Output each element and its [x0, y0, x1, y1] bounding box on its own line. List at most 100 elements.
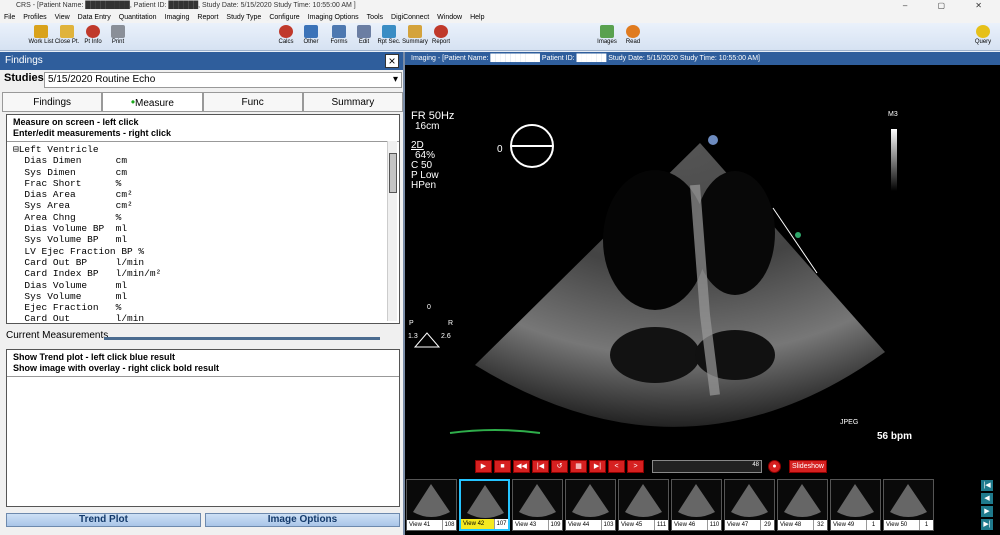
- other-icon: [304, 25, 318, 38]
- menu-item[interactable]: Quantitation: [119, 14, 157, 21]
- tab-findings[interactable]: Findings: [2, 92, 103, 112]
- measurement-row[interactable]: Frac Short %: [13, 178, 393, 189]
- jpeg-label: JPEG: [840, 419, 859, 426]
- trend-plot-button[interactable]: Trend Plot: [6, 513, 201, 527]
- toolbar: Work List Close Pt. Pt Info Print Calcs …: [0, 23, 1000, 51]
- tree-scrollbar[interactable]: [387, 141, 397, 321]
- thumbnail-view[interactable]: View 48 32: [777, 479, 828, 531]
- measurement-row[interactable]: Card Index BP l/min/m²: [13, 268, 393, 279]
- imaging-header: Imaging - [Patient Name: ██████████ Pati…: [405, 52, 1000, 65]
- thumbnail-count: 107: [494, 519, 508, 529]
- menu-item[interactable]: DigiConnect: [391, 14, 429, 21]
- menu-item[interactable]: Window: [437, 14, 462, 21]
- current-measurements-divider: [104, 337, 380, 340]
- measurement-row[interactable]: Area Chng %: [13, 212, 393, 223]
- thumbnail-count: 109: [548, 520, 562, 530]
- nav-first-icon[interactable]: |◀: [981, 480, 993, 491]
- tree-root[interactable]: ⊟Left Ventricle: [13, 144, 393, 155]
- measurement-row[interactable]: Card Out BP l/min: [13, 257, 393, 268]
- thumbnail-view[interactable]: View 45 111: [618, 479, 669, 531]
- menu-item[interactable]: Tools: [367, 14, 383, 21]
- thumbnail-view[interactable]: View 49 1: [830, 479, 881, 531]
- rewind-icon[interactable]: ◀◀: [513, 460, 530, 473]
- grayscale-bar: [891, 129, 897, 191]
- findings-panel: Findings × Studies 5/15/2020 Routine Ech…: [0, 52, 405, 535]
- menu-item[interactable]: File: [4, 14, 15, 21]
- close-icon[interactable]: ×: [385, 54, 399, 68]
- menu-item[interactable]: Imaging Options: [308, 14, 359, 21]
- report-button[interactable]: Report: [426, 25, 456, 45]
- slideshow-button[interactable]: Slideshow: [789, 460, 827, 473]
- menu-item[interactable]: Report: [197, 14, 218, 21]
- tab-measure[interactable]: •Measure: [102, 92, 203, 112]
- scrollbar-thumb[interactable]: [389, 153, 397, 193]
- menu-item[interactable]: Study Type: [226, 14, 261, 21]
- thumbnail-count: 1: [866, 520, 880, 530]
- thumbnail-view[interactable]: View 42 107: [459, 479, 510, 531]
- thumbnail-image: [625, 484, 662, 517]
- caliper-point[interactable]: [795, 232, 801, 238]
- measurement-row[interactable]: Sys Volume ml: [13, 291, 393, 302]
- echo-image-area[interactable]: FR 50Hz 16cm 0 2D 64% C 50 P Low HPen M3…: [405, 65, 1000, 457]
- tab-func[interactable]: Func: [202, 92, 303, 112]
- probe-label-p: P: [409, 320, 414, 327]
- probe-label-top: 0: [427, 304, 431, 311]
- thumbnail-image: [731, 484, 768, 517]
- measurement-row[interactable]: Dias Area cm²: [13, 189, 393, 200]
- grid-icon[interactable]: ▦: [570, 460, 587, 473]
- menu-item[interactable]: View: [55, 14, 70, 21]
- measurement-row[interactable]: LV Ejec Fraction BP %: [13, 246, 393, 257]
- measure-hint: Measure on screen - left click Enter/edi…: [7, 115, 399, 142]
- measurement-row[interactable]: Ejec Fraction %: [13, 302, 393, 313]
- measurement-row[interactable]: Card Out l/min: [13, 313, 393, 324]
- previous-icon[interactable]: <: [608, 460, 625, 473]
- window-controls[interactable]: – ▢ ✕: [903, 0, 996, 12]
- other-button[interactable]: Other: [296, 25, 326, 45]
- nav-next-icon[interactable]: ▶: [981, 506, 993, 517]
- nav-prev-icon[interactable]: ◀: [981, 493, 993, 504]
- thumbnail-image: [519, 484, 556, 517]
- thumbnail-view[interactable]: View 50 1: [883, 479, 934, 531]
- query-button[interactable]: Query: [968, 25, 998, 45]
- thumbnail-image: [784, 484, 821, 517]
- menu-item[interactable]: Configure: [269, 14, 299, 21]
- frame-slider[interactable]: 48: [652, 460, 762, 473]
- step-forward-icon[interactable]: ▶|: [589, 460, 606, 473]
- playback-controls: ▶ ■ ◀◀ |◀ ↺ ▦ ▶| < > 48 ● Slideshow: [475, 460, 829, 474]
- record-icon[interactable]: ●: [768, 460, 781, 473]
- thumbnail-view[interactable]: View 43 109: [512, 479, 563, 531]
- slider-value: 48: [752, 462, 759, 468]
- measurement-row[interactable]: Sys Volume BP ml: [13, 234, 393, 245]
- thumbnail-count: 108: [442, 520, 456, 530]
- next-icon[interactable]: >: [627, 460, 644, 473]
- read-icon: [626, 25, 640, 38]
- studies-select[interactable]: 5/15/2020 Routine Echo ▾: [44, 72, 402, 88]
- menu-item[interactable]: Imaging: [165, 14, 190, 21]
- forms-icon: [332, 25, 346, 38]
- first-frame-icon[interactable]: |◀: [532, 460, 549, 473]
- bottom-buttons: Trend Plot Image Options: [6, 513, 400, 527]
- measurement-row[interactable]: Sys Area cm²: [13, 200, 393, 211]
- measurement-row[interactable]: Dias Volume ml: [13, 280, 393, 291]
- thumbnail-view[interactable]: View 44 103: [565, 479, 616, 531]
- thumbnail-view[interactable]: View 47 29: [724, 479, 775, 531]
- read-button[interactable]: Read: [618, 25, 648, 45]
- nav-last-icon[interactable]: ▶|: [981, 519, 993, 530]
- menu-item[interactable]: Help: [470, 14, 484, 21]
- tab-summary[interactable]: Summary: [302, 92, 403, 112]
- loop-icon[interactable]: ↺: [551, 460, 568, 473]
- echo-image: [413, 124, 897, 434]
- measurement-box: Measure on screen - left click Enter/edi…: [6, 114, 400, 324]
- measurement-row[interactable]: Sys Dimen cm: [13, 167, 393, 178]
- thumbnail-view[interactable]: View 41 108: [406, 479, 457, 531]
- ecg-trace: [449, 429, 541, 434]
- play-icon[interactable]: ▶: [475, 460, 492, 473]
- stop-icon[interactable]: ■: [494, 460, 511, 473]
- menu-item[interactable]: Profiles: [23, 14, 46, 21]
- measurement-row[interactable]: Dias Volume BP ml: [13, 223, 393, 234]
- thumbnail-view[interactable]: View 46 110: [671, 479, 722, 531]
- measurement-row[interactable]: Dias Dimen cm: [13, 155, 393, 166]
- image-options-button[interactable]: Image Options: [205, 513, 400, 527]
- print-button[interactable]: Print: [103, 25, 133, 45]
- menu-item[interactable]: Data Entry: [78, 14, 111, 21]
